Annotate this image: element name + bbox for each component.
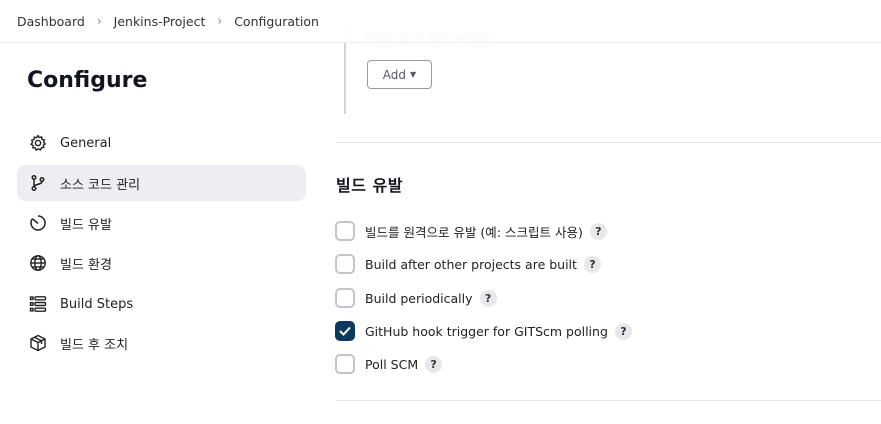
trigger-label: Build after other projects are built [365,256,577,272]
checkbox[interactable] [335,288,355,308]
trigger-option-remote[interactable]: 빌드를 원격으로 유발 (예: 스크립트 사용) ? [335,220,607,242]
trigger-option-after-other[interactable]: Build after other projects are built ? [335,253,601,275]
sidebar-item-label: General [60,135,112,151]
sidebar-item-label: Build Steps [60,296,134,312]
trigger-label: Build periodically [365,290,473,306]
timer-icon [29,214,47,232]
checkbox-checked[interactable] [335,321,355,341]
trigger-option-github-hook[interactable]: GitHub hook trigger for GITScm polling ? [335,320,632,342]
sidebar-item-label: 소스 코드 관리 [60,177,141,193]
branch-icon [29,174,47,192]
add-button-label: Add [382,67,407,82]
sidebar-item-label: 빌드 유발 [60,217,112,233]
sidebar-item-source-code[interactable]: 소스 코드 관리 [17,165,306,201]
chevron-right-icon: › [96,14,102,28]
help-icon[interactable]: ? [425,355,443,373]
sidebar-item-build-steps[interactable]: Build Steps [17,286,306,322]
trigger-label: Poll SCM [365,356,419,372]
section-divider [336,400,881,401]
globe-icon [29,254,47,272]
checkbox[interactable] [335,254,355,274]
sidebar-item-general[interactable]: General [17,125,306,161]
breadcrumb: Dashboard › Jenkins-Project › Configurat… [0,0,881,42]
help-icon[interactable]: ? [614,322,632,340]
trigger-option-periodically[interactable]: Build periodically ? [335,287,497,309]
sidebar-item-build-triggers[interactable]: 빌드 유발 [17,205,306,241]
section-divider [336,142,881,143]
package-icon [29,334,47,352]
breadcrumb-project[interactable]: Jenkins-Project [114,14,206,29]
caret-down-icon: ▼ [410,70,417,79]
build-triggers-title: 빌드 유발 [336,176,403,195]
trigger-label: GitHub hook trigger for GITScm polling [365,323,608,339]
checkbox[interactable] [335,354,355,374]
sidebar-item-label: 빌드 환경 [60,257,112,273]
chevron-right-icon: › [217,14,223,28]
sidebar-item-label: 빌드 후 조치 [60,337,129,353]
trigger-label: 빌드를 원격으로 유발 (예: 스크립트 사용) [365,224,583,240]
help-icon[interactable]: ? [589,222,607,240]
breadcrumb-configuration[interactable]: Configuration [234,14,319,29]
gear-icon [29,134,47,152]
trigger-option-poll-scm[interactable]: Poll SCM ? [335,353,443,375]
page-title: Configure [27,68,148,93]
add-button[interactable]: Add ▼ [367,60,432,89]
sidebar-item-post-build[interactable]: 빌드 후 조치 [17,325,306,361]
sidebar-item-build-env[interactable]: 빌드 환경 [17,245,306,281]
help-icon[interactable]: ? [479,289,497,307]
checkbox[interactable] [335,221,355,241]
list-icon [29,295,47,313]
help-icon[interactable]: ? [583,255,601,273]
breadcrumb-dashboard[interactable]: Dashboard [17,14,85,29]
